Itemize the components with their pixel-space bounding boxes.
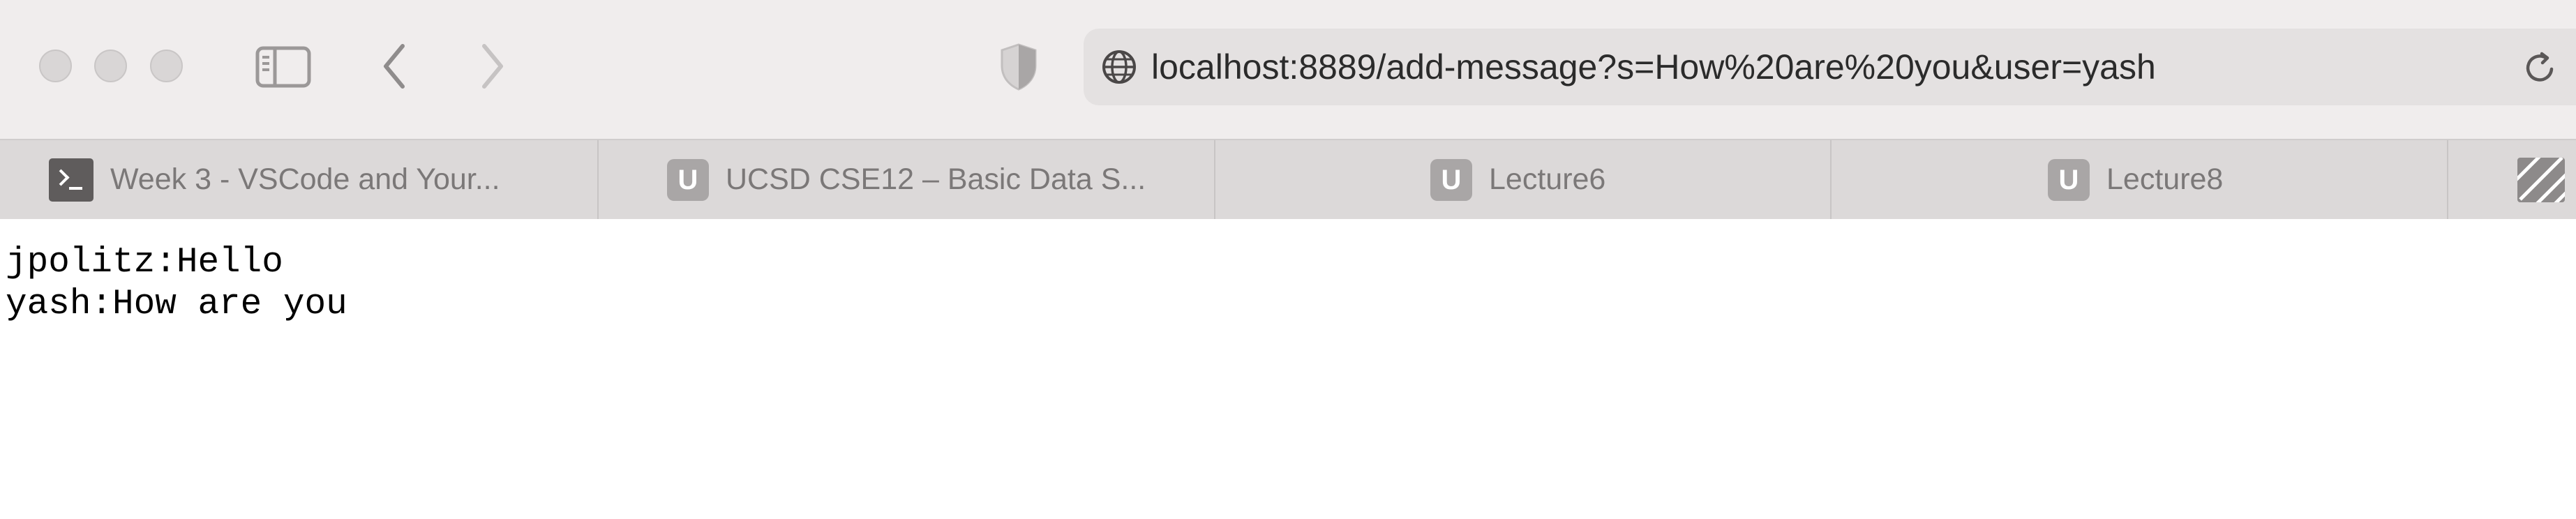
terminal-icon bbox=[49, 158, 93, 202]
tab-label: Week 3 - VSCode and Your... bbox=[110, 163, 500, 196]
chevron-left-icon[interactable] bbox=[380, 42, 408, 91]
tab-lecture6[interactable]: U Lecture6 bbox=[1215, 140, 1832, 219]
tab-week3[interactable]: Week 3 - VSCode and Your... bbox=[0, 140, 599, 219]
tab-lecture8[interactable]: U Lecture8 bbox=[1832, 140, 2448, 219]
tab-ucsd-cse12[interactable]: U UCSD CSE12 – Basic Data S... bbox=[599, 140, 1215, 219]
shield-icon[interactable] bbox=[998, 42, 1040, 92]
url-text[interactable]: localhost:8889/add-message?s=How%20are%2… bbox=[1151, 29, 2156, 105]
tab-bar: Week 3 - VSCode and Your... U UCSD CSE12… bbox=[0, 139, 2576, 219]
u-favicon-icon: U bbox=[667, 158, 709, 201]
window-close-button[interactable] bbox=[39, 50, 72, 82]
toolbar: localhost:8889/add-message?s=How%20are%2… bbox=[0, 0, 2576, 139]
message-line: yash:How are you bbox=[6, 285, 347, 324]
reload-icon[interactable] bbox=[2521, 48, 2560, 87]
window-minimize-button[interactable] bbox=[94, 50, 127, 82]
tab-label: UCSD CSE12 – Basic Data S... bbox=[726, 163, 1146, 196]
tab-label: Lecture6 bbox=[1489, 163, 1606, 196]
u-favicon-icon: U bbox=[1430, 158, 1472, 201]
browser-window: localhost:8889/add-message?s=How%20are%2… bbox=[0, 0, 2576, 519]
address-bar[interactable]: localhost:8889/add-message?s=How%20are%2… bbox=[1084, 29, 2576, 105]
chevron-right-icon[interactable] bbox=[479, 42, 507, 91]
u-favicon-icon: U bbox=[2048, 158, 2090, 201]
tab-partial[interactable] bbox=[2448, 140, 2576, 219]
striped-tab-icon bbox=[2517, 158, 2565, 202]
tab-label: Lecture8 bbox=[2106, 163, 2224, 196]
page-content: jpolitz:Hello yash:How are you bbox=[0, 219, 2576, 519]
sidebar-icon[interactable] bbox=[255, 46, 311, 88]
window-maximize-button[interactable] bbox=[150, 50, 183, 82]
globe-icon bbox=[1102, 50, 1136, 84]
message-line: jpolitz:Hello bbox=[6, 243, 283, 283]
